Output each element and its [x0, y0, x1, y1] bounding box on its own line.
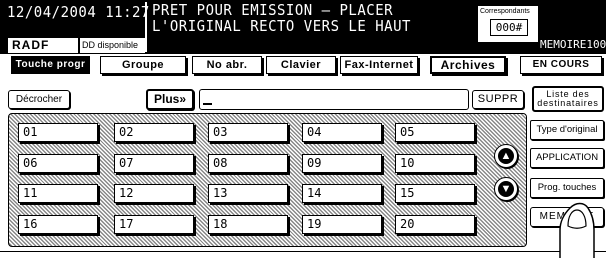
tab-groupe[interactable]: Groupe [100, 56, 186, 74]
one-touch-key-10[interactable]: 10 [395, 154, 475, 173]
one-touch-key-05[interactable]: 05 [395, 123, 475, 142]
one-touch-key-13[interactable]: 13 [208, 184, 288, 203]
one-touch-key-01[interactable]: 01 [18, 123, 98, 142]
suppr-button[interactable]: SUPPR [472, 90, 524, 109]
tab-archives[interactable]: Archives [430, 56, 506, 74]
status-message-line2: L'ORIGINAL RECTO VERS LE HAUT [152, 18, 411, 36]
decrocher-button[interactable]: Décrocher [8, 90, 70, 109]
correspondants-label: Correspondants [480, 8, 530, 15]
scroll-down-button[interactable]: ▼ [494, 177, 518, 201]
one-touch-key-16[interactable]: 16 [18, 215, 98, 234]
correspondants-box: Correspondants 000# [478, 6, 538, 42]
one-touch-key-02[interactable]: 02 [114, 123, 194, 142]
one-touch-key-08[interactable]: 08 [208, 154, 288, 173]
feeder-label: RADF [8, 38, 78, 53]
one-touch-key-19[interactable]: 19 [302, 215, 382, 234]
prog-touches-button[interactable]: Prog. touches [530, 178, 604, 198]
arrow-down-icon: ▼ [500, 183, 512, 195]
status-message-line1: PRET POUR EMISSION – PLACER [152, 2, 394, 20]
one-touch-key-18[interactable]: 18 [208, 215, 288, 234]
arrow-up-icon: ▲ [500, 150, 512, 162]
one-touch-key-11[interactable]: 11 [18, 184, 98, 203]
application-button[interactable]: APPLICATION [530, 148, 604, 168]
one-touch-key-04[interactable]: 04 [302, 123, 382, 142]
text-cursor [203, 103, 212, 105]
number-entry-field[interactable] [199, 89, 469, 110]
one-touch-key-03[interactable]: 03 [208, 123, 288, 142]
tab-no-abr[interactable]: No abr. [192, 56, 262, 74]
tab-clavier[interactable]: Clavier [266, 56, 336, 74]
one-touch-key-20[interactable]: 20 [395, 215, 475, 234]
tab-touche-progr[interactable]: Touche progr [11, 56, 90, 74]
one-touch-key-15[interactable]: 15 [395, 184, 475, 203]
one-touch-panel: 01 02 03 04 05 06 07 08 09 10 11 12 13 1… [8, 113, 527, 247]
finger-pointer-icon [559, 202, 595, 258]
memory-indicator: MEMOIRE100 [540, 38, 606, 51]
header-divider [145, 2, 147, 52]
datetime-display: 12/04/2004 11:27 [7, 4, 150, 22]
plus-button[interactable]: Plus» [146, 89, 194, 110]
one-touch-key-14[interactable]: 14 [302, 184, 382, 203]
status-header: 12/04/2004 11:27 PRET POUR EMISSION – PL… [0, 0, 606, 54]
liste-destinataires-button[interactable]: Liste des destinataires [532, 86, 604, 112]
disk-status: DD disponible [80, 38, 145, 53]
one-touch-key-17[interactable]: 17 [114, 215, 194, 234]
liste-label-line2: destinataires [537, 98, 599, 108]
one-touch-key-09[interactable]: 09 [302, 154, 382, 173]
one-touch-key-12[interactable]: 12 [114, 184, 194, 203]
correspondants-count: 000# [490, 19, 528, 36]
bottom-divider [0, 251, 606, 252]
tab-fax-internet[interactable]: Fax-Internet [340, 56, 418, 74]
type-original-button[interactable]: Type d'original [530, 120, 604, 140]
one-touch-key-07[interactable]: 07 [114, 154, 194, 173]
scroll-up-button[interactable]: ▲ [494, 144, 518, 168]
en-cours-button[interactable]: EN COURS [520, 56, 602, 74]
one-touch-key-06[interactable]: 06 [18, 154, 98, 173]
